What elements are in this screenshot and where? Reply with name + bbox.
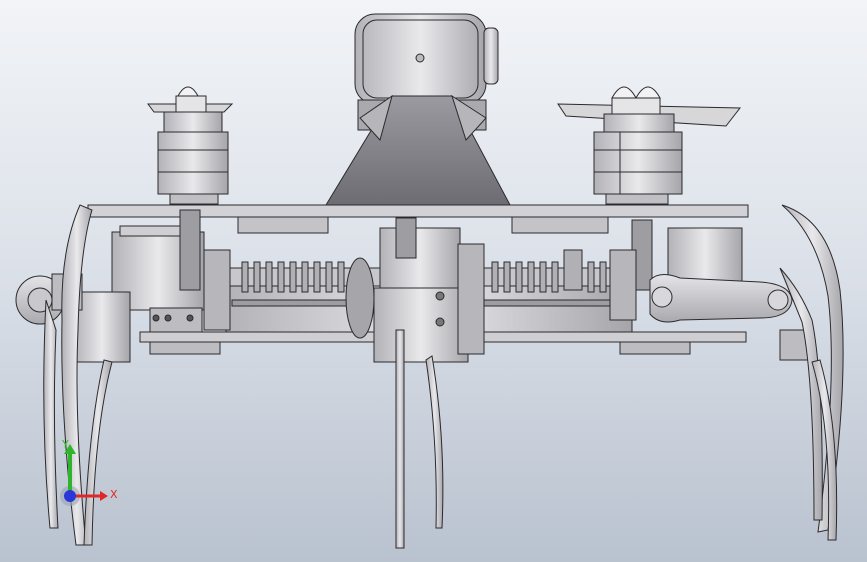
cad-3d-viewport[interactable]: Y X — [0, 0, 867, 562]
camera-gimbal — [325, 13, 511, 206]
right-front-leg — [779, 204, 844, 541]
left-propeller-motor — [147, 86, 234, 205]
y-axis-label: Y — [62, 438, 69, 451]
center-front-leg — [395, 329, 444, 549]
x-axis-label: X — [110, 488, 118, 501]
hexapod-robot-model[interactable] — [0, 0, 867, 562]
coordinate-triad: Y X — [48, 438, 128, 518]
triad-axes — [60, 444, 108, 506]
right-propeller-motor — [557, 86, 742, 205]
z-axis-dot — [64, 490, 76, 502]
x-axis-arrowhead — [100, 491, 108, 501]
